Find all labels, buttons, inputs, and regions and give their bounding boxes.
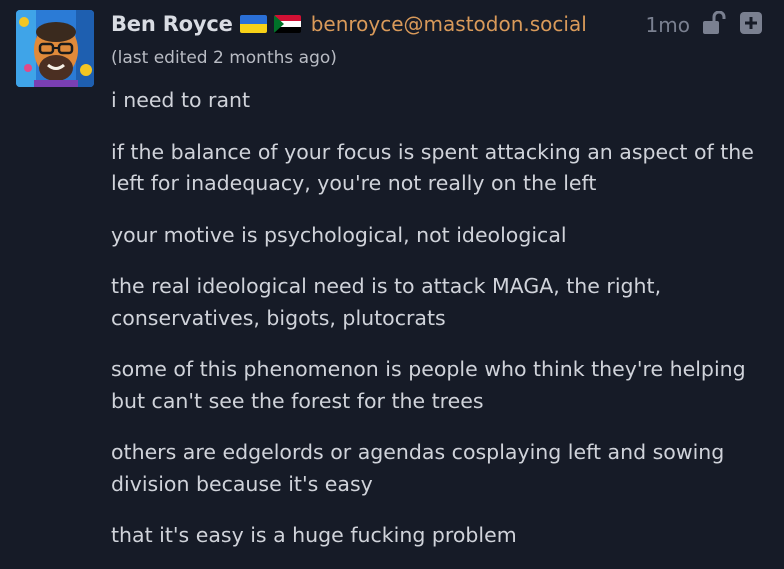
post-paragraph: some of this phenomenon is people who th… [111,357,746,413]
post-paragraph: others are edgelords or agendas cosplayi… [111,440,725,496]
post-paragraph: that it's easy is a huge fucking problem [111,523,517,547]
post-meta: 1mo [646,10,762,40]
post-timestamp[interactable]: 1mo [646,13,690,37]
post-paragraph: the real ideological need is to attack M… [111,274,662,330]
post-paragraph: if the balance of your focus is spent at… [111,139,754,196]
avatar-image [16,10,94,87]
ukraine-flag-icon [239,15,267,33]
post-content: i need to rant if the balance of your fo… [111,85,771,569]
display-name[interactable]: Ben Royce [111,12,233,36]
post-paragraph: i need to rant [111,88,251,112]
author-handle[interactable]: benroyce@mastodon.social [311,12,587,36]
post-header: Ben Royce benroyce@mastodon.social [111,8,587,40]
unlocked-icon [702,10,728,39]
avatar[interactable] [16,10,94,87]
edited-note: (last edited 2 months ago) [111,48,337,68]
post-paragraph: your motive is psychological, not ideolo… [111,222,567,247]
plus-box-icon[interactable] [740,12,762,38]
sudan-flag-icon [273,15,301,33]
post: Ben Royce benroyce@mastodon.social 1mo (… [0,0,784,569]
